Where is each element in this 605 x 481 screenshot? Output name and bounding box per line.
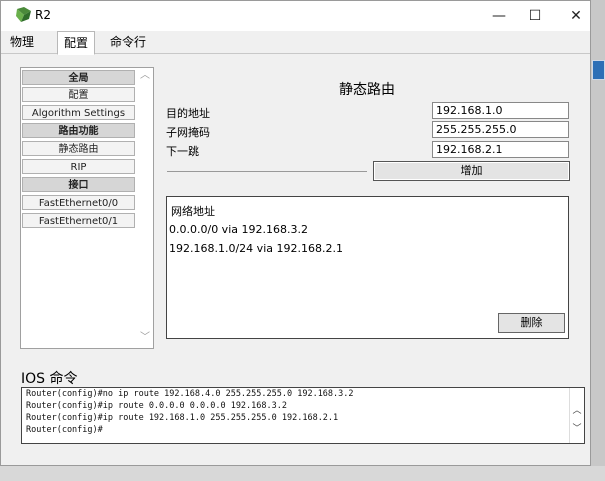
maximize-button[interactable]: ☐ <box>517 5 553 27</box>
close-button[interactable]: ✕ <box>558 5 594 27</box>
tab-bar: 物理 配置 命令行 <box>1 31 590 55</box>
chevron-up-icon[interactable]: ︿ <box>570 404 584 418</box>
sidebar-item-algorithm-settings[interactable]: Algorithm Settings <box>22 105 135 120</box>
console-line: Router(config)#ip route 0.0.0.0 0.0.0.0 … <box>26 401 287 411</box>
console-line: Router(config)#ip route 192.168.1.0 255.… <box>26 413 339 423</box>
sidebar-item-fastethernet0-0[interactable]: FastEthernet0/0 <box>22 195 135 210</box>
sidebar-header-routing: 路由功能 <box>22 123 135 138</box>
sidebar-item-fastethernet0-1[interactable]: FastEthernet0/1 <box>22 213 135 228</box>
next-hop-input[interactable]: 192.168.2.1 <box>432 141 569 158</box>
sidebar-header-interface: 接口 <box>22 177 135 192</box>
static-route-title: 静态路由 <box>339 82 395 98</box>
scroll-up-icon[interactable]: ︿ <box>138 69 152 83</box>
router-app-icon <box>16 7 31 22</box>
config-content: 全局 配置 Algorithm Settings 路由功能 静态路由 RIP 接… <box>7 55 585 455</box>
tab-config[interactable]: 配置 <box>57 31 96 55</box>
background-window-edge <box>592 60 605 80</box>
network-address-header: 网络地址 <box>171 205 215 218</box>
next-hop-label: 下一跳 <box>166 145 199 158</box>
subnet-mask-label: 子网掩码 <box>166 126 210 139</box>
scroll-down-icon[interactable]: ﹀ <box>138 331 152 345</box>
tab-physical[interactable]: 物理 <box>4 33 40 52</box>
dest-address-input[interactable]: 192.168.1.0 <box>432 102 569 119</box>
sidebar-header-global: 全局 <box>22 70 135 85</box>
router-config-window: R2 — ☐ ✕ 物理 配置 命令行 全局 配置 Algorithm Setti… <box>0 0 591 466</box>
sidebar-item-static-route[interactable]: 静态路由 <box>22 141 135 156</box>
subnet-mask-input[interactable]: 255.255.255.0 <box>432 121 569 138</box>
tab-cli[interactable]: 命令行 <box>104 33 152 52</box>
add-button[interactable]: 增加 <box>373 161 570 181</box>
console-line: Router(config)#no ip route 192.168.4.0 2… <box>26 389 354 399</box>
separator-line <box>167 171 367 172</box>
ios-command-label: IOS 命令 <box>21 371 78 387</box>
console-scrollbar[interactable]: ︿ ﹀ <box>569 388 584 443</box>
dest-address-label: 目的地址 <box>166 107 210 120</box>
sidebar-item-rip[interactable]: RIP <box>22 159 135 174</box>
delete-button[interactable]: 删除 <box>498 313 565 333</box>
window-title: R2 <box>35 8 51 22</box>
background-bottom-strip <box>0 466 605 481</box>
route-item[interactable]: 192.168.1.0/24 via 192.168.2.1 <box>169 242 343 255</box>
sidebar-item-settings[interactable]: 配置 <box>22 87 135 102</box>
ios-console[interactable]: Router(config)#no ip route 192.168.4.0 2… <box>21 387 585 444</box>
sidebar-scrollbar[interactable]: ︿ ﹀ <box>138 69 152 345</box>
sidebar-list: 全局 配置 Algorithm Settings 路由功能 静态路由 RIP 接… <box>20 67 154 349</box>
minimize-button[interactable]: — <box>481 5 517 27</box>
chevron-down-icon[interactable]: ﹀ <box>570 422 584 436</box>
route-item[interactable]: 0.0.0.0/0 via 192.168.3.2 <box>169 223 308 236</box>
console-line: Router(config)# <box>26 425 103 435</box>
title-bar: R2 — ☐ ✕ <box>1 1 590 31</box>
